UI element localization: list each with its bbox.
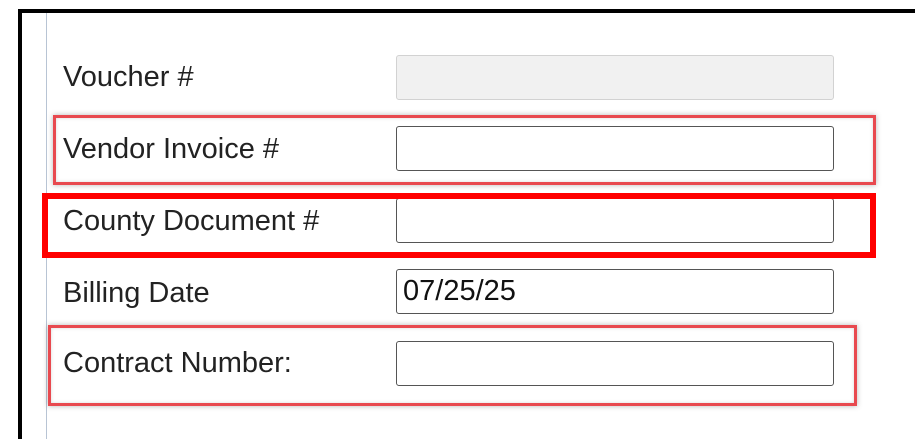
vendor-invoice-label: Vendor Invoice # xyxy=(63,133,280,165)
panel-divider xyxy=(46,13,47,439)
billing-date-input[interactable] xyxy=(396,269,834,314)
county-document-input[interactable] xyxy=(396,198,834,243)
contract-number-label: Contract Number: xyxy=(63,347,292,379)
billing-date-label: Billing Date xyxy=(63,277,210,309)
voucher-number-input xyxy=(396,55,834,100)
county-document-label: County Document # xyxy=(63,205,320,237)
vendor-invoice-input[interactable] xyxy=(396,126,834,171)
contract-number-input[interactable] xyxy=(396,341,834,386)
voucher-number-label: Voucher # xyxy=(63,61,194,93)
